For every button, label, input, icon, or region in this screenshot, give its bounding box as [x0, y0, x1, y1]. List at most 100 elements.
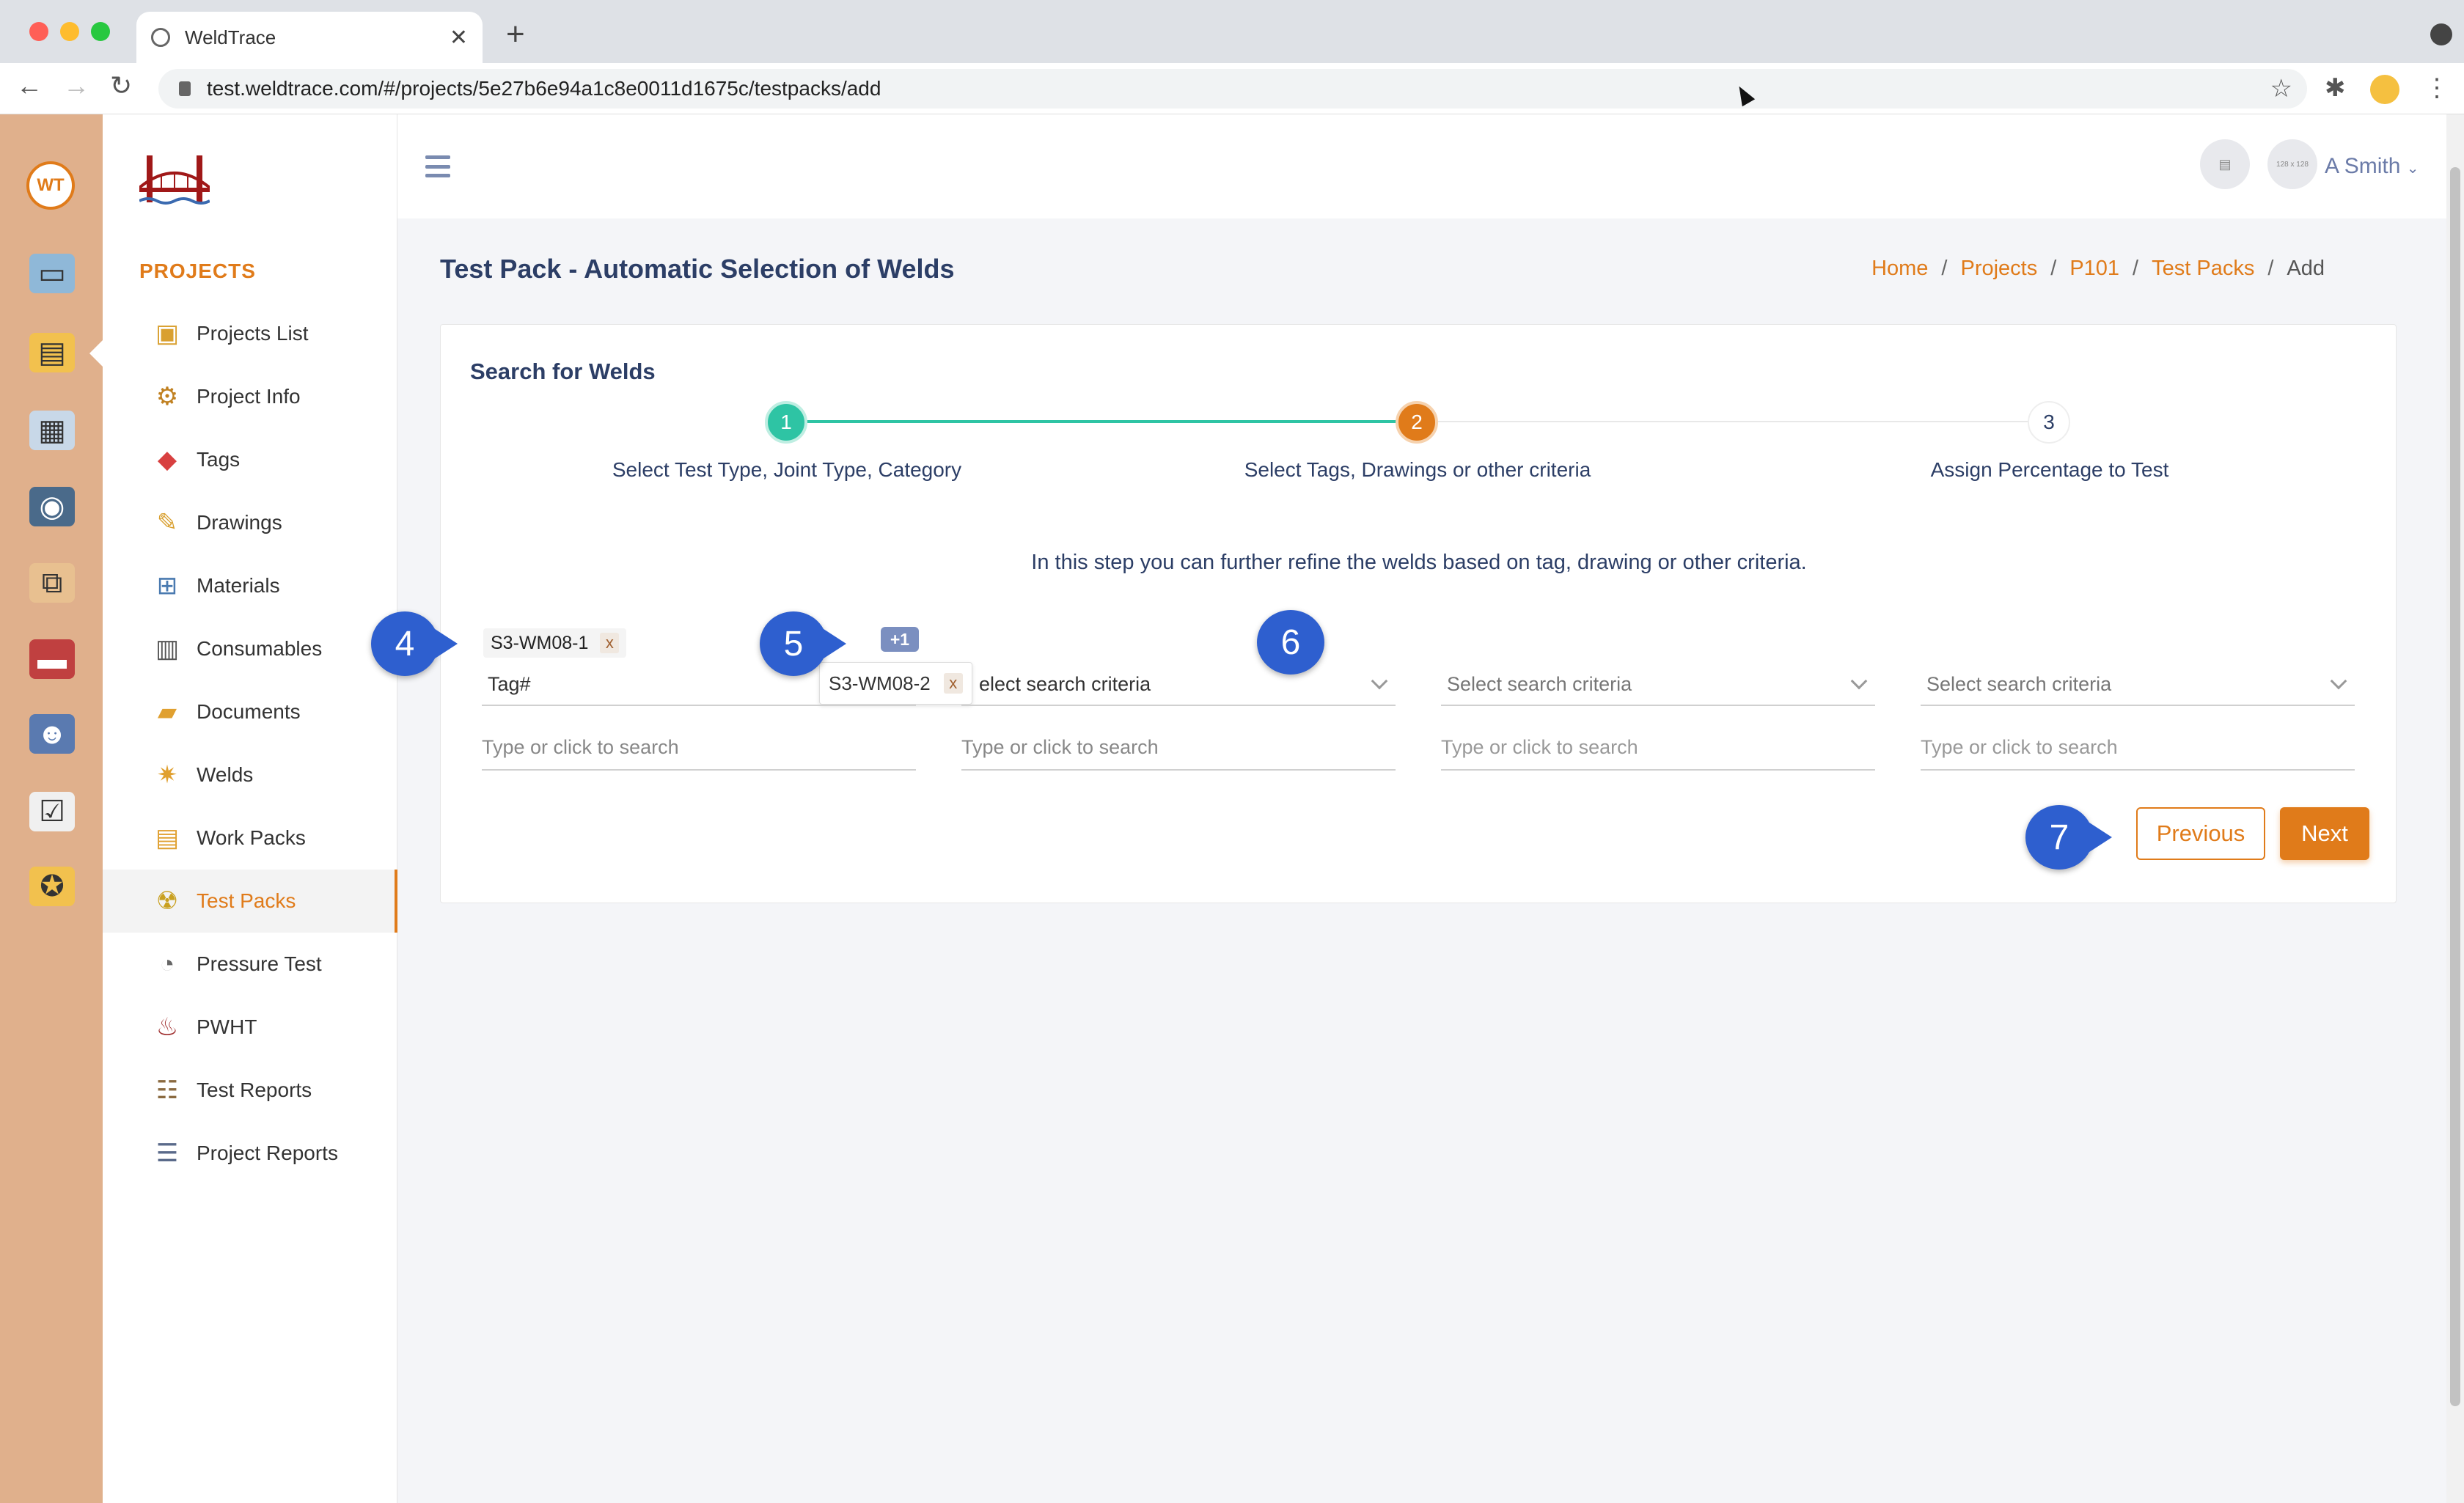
sidebar-item-materials[interactable]: ⊞ Materials — [103, 554, 397, 617]
camera-folder-icon: ▣ — [155, 320, 180, 348]
sidebar-item-test-reports[interactable]: ☷ Test Reports — [103, 1059, 397, 1122]
tab-title: WeldTrace — [185, 26, 276, 48]
sidebar-item-pressure-test[interactable]: ◔ Pressure Test — [103, 933, 397, 996]
sidebar-item-test-packs[interactable]: ☢ Test Packs — [103, 870, 397, 933]
step-2-indicator[interactable]: 2 — [1396, 401, 1438, 444]
drawing-tools-icon: ✎ — [156, 509, 178, 537]
user-menu[interactable]: A Smith ⌄ — [2325, 154, 2419, 179]
welder-icon[interactable]: ◉ — [29, 487, 75, 526]
extensions-icon[interactable]: ✱ — [2325, 73, 2346, 103]
callout-number: 4 — [395, 624, 415, 664]
sidebar-item-drawings[interactable]: ✎ Drawings — [103, 491, 397, 554]
book-icon[interactable]: ▬ — [29, 639, 75, 679]
previous-button[interactable]: Previous — [2136, 807, 2265, 860]
browser-menu-icon[interactable]: ⋮ — [2424, 73, 2449, 103]
scrollbar-thumb[interactable] — [2450, 167, 2460, 1406]
url-text: test.weldtrace.com/#/projects/5e27b6e94a… — [207, 77, 881, 100]
gears-icon: ⚙ — [155, 383, 179, 411]
step-3-indicator[interactable]: 3 — [2028, 401, 2070, 444]
certificate-icon[interactable]: ✪ — [29, 867, 75, 906]
back-icon[interactable]: ← — [16, 70, 43, 101]
next-button[interactable]: Next — [2280, 807, 2369, 860]
clipboard-gear-icon[interactable]: ▦ — [29, 411, 75, 450]
chip-label: S3-WM08-1 — [491, 632, 589, 653]
sidebar-item-label: Tags — [197, 448, 241, 471]
tab-close-icon[interactable]: ✕ — [450, 25, 468, 51]
sidebar-item-label: Drawings — [197, 511, 282, 534]
criteria-search-input-3[interactable]: Type or click to search — [1441, 725, 1875, 771]
checklist-clock-icon[interactable]: ☑ — [29, 792, 75, 831]
minimize-window-button[interactable] — [60, 22, 79, 41]
page-scrollbar[interactable] — [2446, 114, 2464, 1503]
new-tab-button[interactable]: + — [506, 16, 525, 53]
folder-settings-icon[interactable]: ▤ — [29, 333, 75, 372]
sidebar-item-label: Documents — [197, 700, 301, 723]
chip-remove-icon[interactable]: x — [600, 633, 620, 653]
browser-tab-bar: WeldTrace ✕ + — [0, 0, 2464, 63]
org-chart-icon[interactable]: ⧉ — [29, 563, 75, 603]
step-instructions: In this step you can further refine the … — [1031, 551, 1807, 574]
sidebar-item-documents[interactable]: ▰ Documents — [103, 680, 397, 743]
tag-icon: ◆ — [157, 446, 177, 474]
callout-5: 5 — [760, 611, 846, 676]
card-title: Search for Welds — [470, 359, 656, 384]
callout-pointer — [2087, 821, 2112, 853]
breadcrumb-separator: / — [1941, 257, 1948, 280]
sidebar-item-work-packs[interactable]: ▤ Work Packs — [103, 806, 397, 870]
breadcrumb-test-packs[interactable]: Test Packs — [2152, 257, 2254, 281]
tab-search-icon[interactable] — [2430, 23, 2452, 45]
rail-active-pointer — [89, 340, 103, 367]
callout-number: 6 — [1280, 622, 1301, 662]
avatar[interactable]: 128 x 128 — [2267, 139, 2317, 189]
project-report-icon: ☰ — [155, 1139, 179, 1167]
heater-icon: ♨ — [155, 1013, 179, 1041]
maximize-window-button[interactable] — [91, 22, 110, 41]
breadcrumb-home[interactable]: Home — [1871, 257, 1928, 281]
reload-icon[interactable]: ↻ — [110, 70, 132, 101]
weldtrace-logo[interactable]: WT — [26, 161, 75, 210]
close-window-button[interactable] — [29, 22, 48, 41]
sidebar-item-pwht[interactable]: ♨ PWHT — [103, 996, 397, 1059]
criteria-search-input-2[interactable]: Type or click to search — [961, 725, 1396, 771]
bridge-logo — [138, 151, 211, 210]
page-title: Test Pack - Automatic Selection of Welds — [440, 254, 955, 284]
sidebar-item-tags[interactable]: ◆ Tags — [103, 428, 397, 491]
notes-icon[interactable]: ▤ — [2200, 139, 2250, 189]
criteria-select-3[interactable]: Select search criteria — [1441, 664, 1875, 706]
barrel-icon: ▥ — [155, 635, 180, 663]
more-selected-badge[interactable]: +1 — [881, 627, 919, 652]
bookmark-star-icon[interactable]: ☆ — [2270, 74, 2292, 103]
sidebar-menu: ▣ Projects List ⚙ Project Info ◆ Tags ✎ Draw… — [103, 302, 397, 1185]
browser-tab[interactable]: WeldTrace ✕ — [136, 12, 483, 63]
breadcrumb-current: Add — [2287, 257, 2325, 280]
callout-pointer — [433, 628, 458, 660]
breadcrumb-project[interactable]: P101 — [2069, 257, 2119, 281]
sidebar-item-welds[interactable]: ✷ Welds — [103, 743, 397, 806]
profile-icon[interactable] — [2370, 75, 2399, 104]
breadcrumb: Home / Projects / P101 / Test Packs / Ad… — [1871, 257, 2325, 281]
sidebar-item-projects-list[interactable]: ▣ Projects List — [103, 302, 397, 365]
monitor-icon[interactable]: ▭ — [29, 254, 75, 293]
criteria-select-2[interactable]: elect search criteria — [961, 664, 1396, 706]
radiation-icon: ☢ — [155, 887, 179, 915]
breadcrumb-projects[interactable]: Projects — [1960, 257, 2037, 281]
sidebar-item-label: Projects List — [197, 322, 309, 345]
criteria-select-4[interactable]: Select search criteria — [1921, 664, 2355, 706]
criteria-select-1[interactable]: Tag# — [482, 664, 916, 706]
criteria-search-input-1[interactable]: Type or click to search — [482, 725, 916, 771]
step-1-indicator[interactable]: 1 — [765, 401, 807, 444]
sidebar-item-project-info[interactable]: ⚙ Project Info — [103, 365, 397, 428]
callout-6: 6 — [1257, 610, 1324, 675]
sidebar-item-project-reports[interactable]: ☰ Project Reports — [103, 1122, 397, 1185]
team-icon[interactable]: ☻ — [29, 714, 75, 754]
breadcrumb-separator: / — [2267, 257, 2274, 280]
forward-icon[interactable]: → — [63, 70, 89, 101]
criteria-search-input-4[interactable]: Type or click to search — [1921, 725, 2355, 771]
user-name: A Smith — [2325, 154, 2401, 178]
sidebar-item-consumables[interactable]: ▥ Consumables — [103, 617, 397, 680]
hamburger-menu-icon[interactable] — [425, 155, 450, 177]
address-bar[interactable]: test.weldtrace.com/#/projects/5e27b6e94a… — [158, 69, 2307, 109]
callout-7: 7 — [2025, 805, 2112, 870]
step-progress-line-done — [787, 420, 1418, 423]
tooltip-chip-remove-icon[interactable]: x — [943, 673, 963, 694]
